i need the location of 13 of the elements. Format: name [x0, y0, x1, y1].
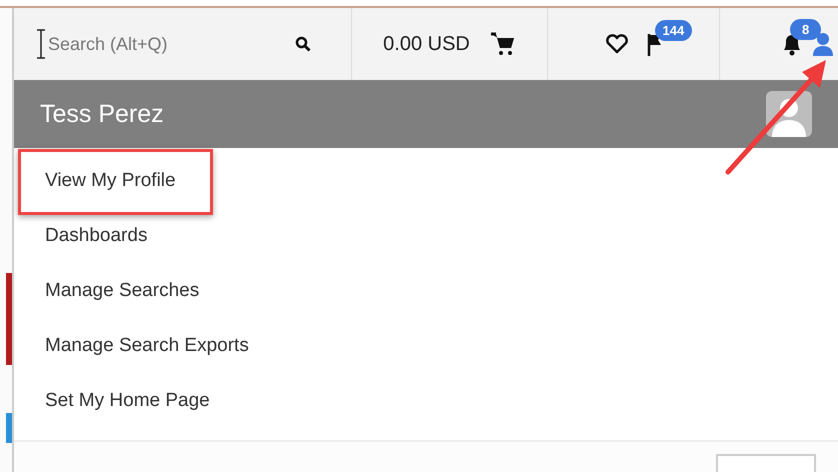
- flag-icon[interactable]: [646, 32, 662, 56]
- text-cursor-icon: [36, 29, 46, 59]
- page-edge-marker: [6, 413, 12, 443]
- heart-icon[interactable]: [604, 33, 628, 55]
- menu-item[interactable]: View My Profile: [18, 148, 213, 214]
- search-field[interactable]: Search (Alt+Q): [48, 34, 293, 54]
- cart-icon[interactable]: [490, 31, 516, 57]
- search-icon[interactable]: [295, 36, 311, 52]
- cart-total[interactable]: 0.00 USD: [383, 32, 470, 56]
- user-icon[interactable]: [812, 32, 834, 56]
- notification-count-badge: 8: [790, 19, 822, 40]
- user-name: Tess Perez: [40, 100, 164, 128]
- flag-count-badge: 144: [654, 20, 692, 41]
